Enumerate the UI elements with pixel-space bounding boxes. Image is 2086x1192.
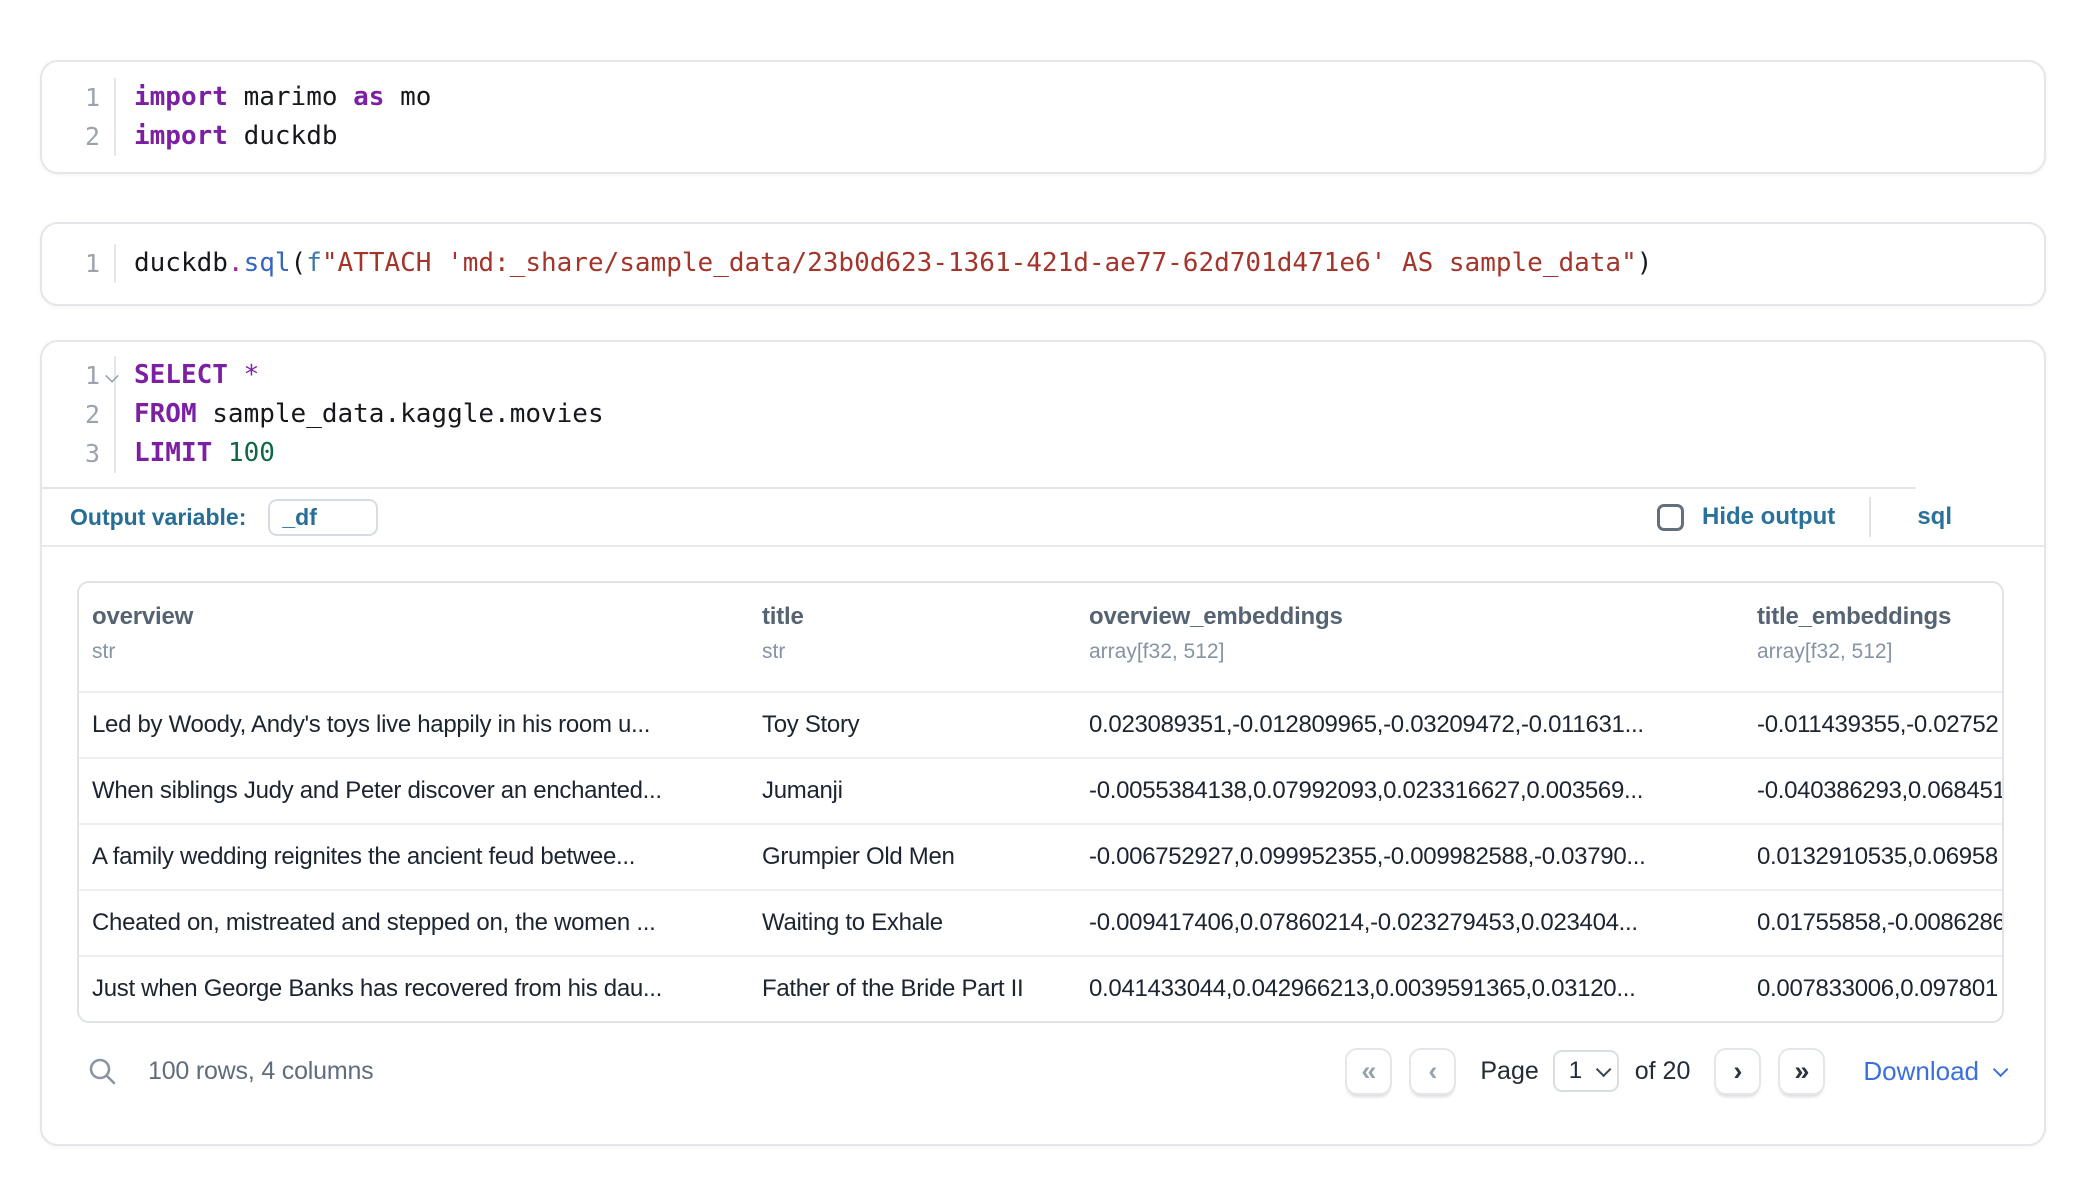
output-variable-label: Output variable: bbox=[70, 504, 246, 531]
row-count-status: 100 rows, 4 columns bbox=[148, 1057, 373, 1086]
column-name: title bbox=[762, 603, 1076, 631]
pagination: « ‹ Page 1 of 20 › » Download bbox=[1345, 1048, 2004, 1095]
table-row[interactable]: Just when George Banks has recovered fro… bbox=[79, 955, 2002, 1021]
table-row[interactable]: Led by Woody, Andy's toys live happily i… bbox=[79, 691, 2002, 757]
code-editor[interactable]: 1duckdb.sql(f"ATTACH 'md:_share/sample_d… bbox=[42, 244, 2044, 283]
table-row[interactable]: A family wedding reignites the ancient f… bbox=[79, 823, 2002, 889]
code-editor[interactable]: 1SELECT *2FROM sample_data.kaggle.movies… bbox=[42, 342, 2044, 473]
code-line[interactable]: 1import marimo as mo bbox=[42, 78, 2044, 117]
line-number: 1 bbox=[42, 356, 116, 395]
result-table: overview str title str overview_embeddingsar… bbox=[77, 581, 2004, 1023]
table-footer: 100 rows, 4 columns « ‹ Page 1 of 20 › » bbox=[42, 1023, 2044, 1119]
page-label: Page bbox=[1480, 1057, 1538, 1086]
code-cell-imports[interactable]: 1import marimo as mo2import duckdb bbox=[40, 60, 2046, 174]
download-label: Download bbox=[1863, 1056, 1979, 1087]
line-number: 3 bbox=[42, 434, 116, 473]
table-cell: 0.0132910535,0.06958 bbox=[1744, 843, 2004, 871]
table-cell: Father of the Bride Part II bbox=[749, 975, 1076, 1003]
table-cell: 0.023089351,-0.012809965,-0.03209472,-0.… bbox=[1076, 711, 1744, 739]
page-select-value: 1 bbox=[1569, 1057, 1582, 1085]
next-page-button[interactable]: › bbox=[1714, 1048, 1761, 1095]
table-row[interactable]: When siblings Judy and Peter discover an… bbox=[79, 757, 2002, 823]
column-name: overview_embeddings bbox=[1089, 603, 1744, 631]
code-line[interactable]: 1duckdb.sql(f"ATTACH 'md:_share/sample_d… bbox=[42, 244, 2044, 283]
code-text: duckdb.sql(f"ATTACH 'md:_share/sample_da… bbox=[116, 244, 1652, 283]
table-cell: Cheated on, mistreated and stepped on, t… bbox=[79, 909, 749, 937]
table-cell: Led by Woody, Andy's toys live happily i… bbox=[79, 711, 749, 739]
table-cell: Just when George Banks has recovered fro… bbox=[79, 975, 749, 1003]
table-cell: Toy Story bbox=[749, 711, 1076, 739]
first-page-icon: « bbox=[1361, 1056, 1376, 1087]
table-cell: 0.01755858,-0.0086286 bbox=[1744, 909, 2004, 937]
output-variable-bar: Output variable: Hide output sql bbox=[42, 489, 2044, 547]
prev-page-button[interactable]: ‹ bbox=[1409, 1048, 1456, 1095]
last-page-icon: » bbox=[1794, 1056, 1809, 1087]
next-page-icon: › bbox=[1733, 1056, 1742, 1087]
column-type: str bbox=[92, 640, 749, 664]
table-cell: Grumpier Old Men bbox=[749, 843, 1076, 871]
language-badge[interactable]: sql bbox=[1917, 503, 1952, 531]
line-number: 2 bbox=[42, 395, 116, 434]
sql-cell: 1SELECT *2FROM sample_data.kaggle.movies… bbox=[40, 340, 2046, 1146]
table-body: Led by Woody, Andy's toys live happily i… bbox=[79, 691, 2002, 1021]
table-cell: -0.006752927,0.099952355,-0.009982588,-0… bbox=[1076, 843, 1744, 871]
table-cell: When siblings Judy and Peter discover an… bbox=[79, 777, 749, 805]
column-name: overview bbox=[92, 603, 749, 631]
code-text: LIMIT 100 bbox=[116, 434, 275, 473]
line-number: 1 bbox=[42, 78, 116, 117]
code-line[interactable]: 2FROM sample_data.kaggle.movies bbox=[42, 395, 2044, 434]
table-cell: Waiting to Exhale bbox=[749, 909, 1076, 937]
divider bbox=[1869, 497, 1871, 537]
column-header-title[interactable]: title str bbox=[749, 583, 1076, 691]
hide-output-label: Hide output bbox=[1702, 503, 1835, 531]
page-total-label: of 20 bbox=[1635, 1057, 1691, 1086]
table-row[interactable]: Cheated on, mistreated and stepped on, t… bbox=[79, 889, 2002, 955]
download-button[interactable]: Download bbox=[1863, 1056, 2004, 1087]
column-type: array[f32, 512] bbox=[1757, 640, 2004, 664]
table-cell: -0.011439355,-0.02752 bbox=[1744, 711, 2004, 739]
code-editor[interactable]: 1import marimo as mo2import duckdb bbox=[42, 78, 2044, 156]
line-number: 2 bbox=[42, 117, 116, 156]
table-cell: 0.041433044,0.042966213,0.0039591365,0.0… bbox=[1076, 975, 1744, 1003]
table-cell: -0.009417406,0.07860214,-0.023279453,0.0… bbox=[1076, 909, 1744, 937]
code-line[interactable]: 3LIMIT 100 bbox=[42, 434, 2044, 473]
table-cell: -0.0055384138,0.07992093,0.023316627,0.0… bbox=[1076, 777, 1744, 805]
code-text: import duckdb bbox=[116, 117, 338, 156]
code-text: FROM sample_data.kaggle.movies bbox=[116, 395, 604, 434]
hide-output-checkbox[interactable] bbox=[1657, 504, 1684, 531]
column-header-title_embeddings[interactable]: title_embeddings array[f32, 512] bbox=[1744, 583, 2004, 691]
chevron-down-icon bbox=[1596, 1061, 1612, 1077]
column-header-overview_embeddings[interactable]: overview_embeddings array[f32, 512] bbox=[1076, 583, 1744, 691]
code-cell-attach[interactable]: 1duckdb.sql(f"ATTACH 'md:_share/sample_d… bbox=[40, 222, 2046, 306]
column-type: str bbox=[762, 640, 1076, 664]
table-cell: 0.007833006,0.097801 bbox=[1744, 975, 2004, 1003]
code-line[interactable]: 2import duckdb bbox=[42, 117, 2044, 156]
table-cell: -0.040386293,0.068451 bbox=[1744, 777, 2004, 805]
code-line[interactable]: 1SELECT * bbox=[42, 356, 2044, 395]
code-text: import marimo as mo bbox=[116, 78, 431, 117]
line-number: 1 bbox=[42, 244, 116, 283]
column-type: array[f32, 512] bbox=[1089, 640, 1744, 664]
search-icon[interactable] bbox=[84, 1053, 120, 1089]
chevron-down-icon bbox=[1993, 1061, 2009, 1077]
table-cell: Jumanji bbox=[749, 777, 1076, 805]
output-variable-input[interactable] bbox=[268, 499, 378, 536]
column-header-overview[interactable]: overview str bbox=[79, 583, 749, 691]
last-page-button[interactable]: » bbox=[1778, 1048, 1825, 1095]
code-text: SELECT * bbox=[116, 356, 259, 395]
prev-page-icon: ‹ bbox=[1428, 1056, 1437, 1087]
column-name: title_embeddings bbox=[1757, 603, 2004, 631]
first-page-button[interactable]: « bbox=[1345, 1048, 1392, 1095]
table-header: overview str title str overview_embeddingsar… bbox=[79, 583, 2002, 691]
page-select[interactable]: 1 bbox=[1553, 1050, 1619, 1092]
table-cell: A family wedding reignites the ancient f… bbox=[79, 843, 749, 871]
